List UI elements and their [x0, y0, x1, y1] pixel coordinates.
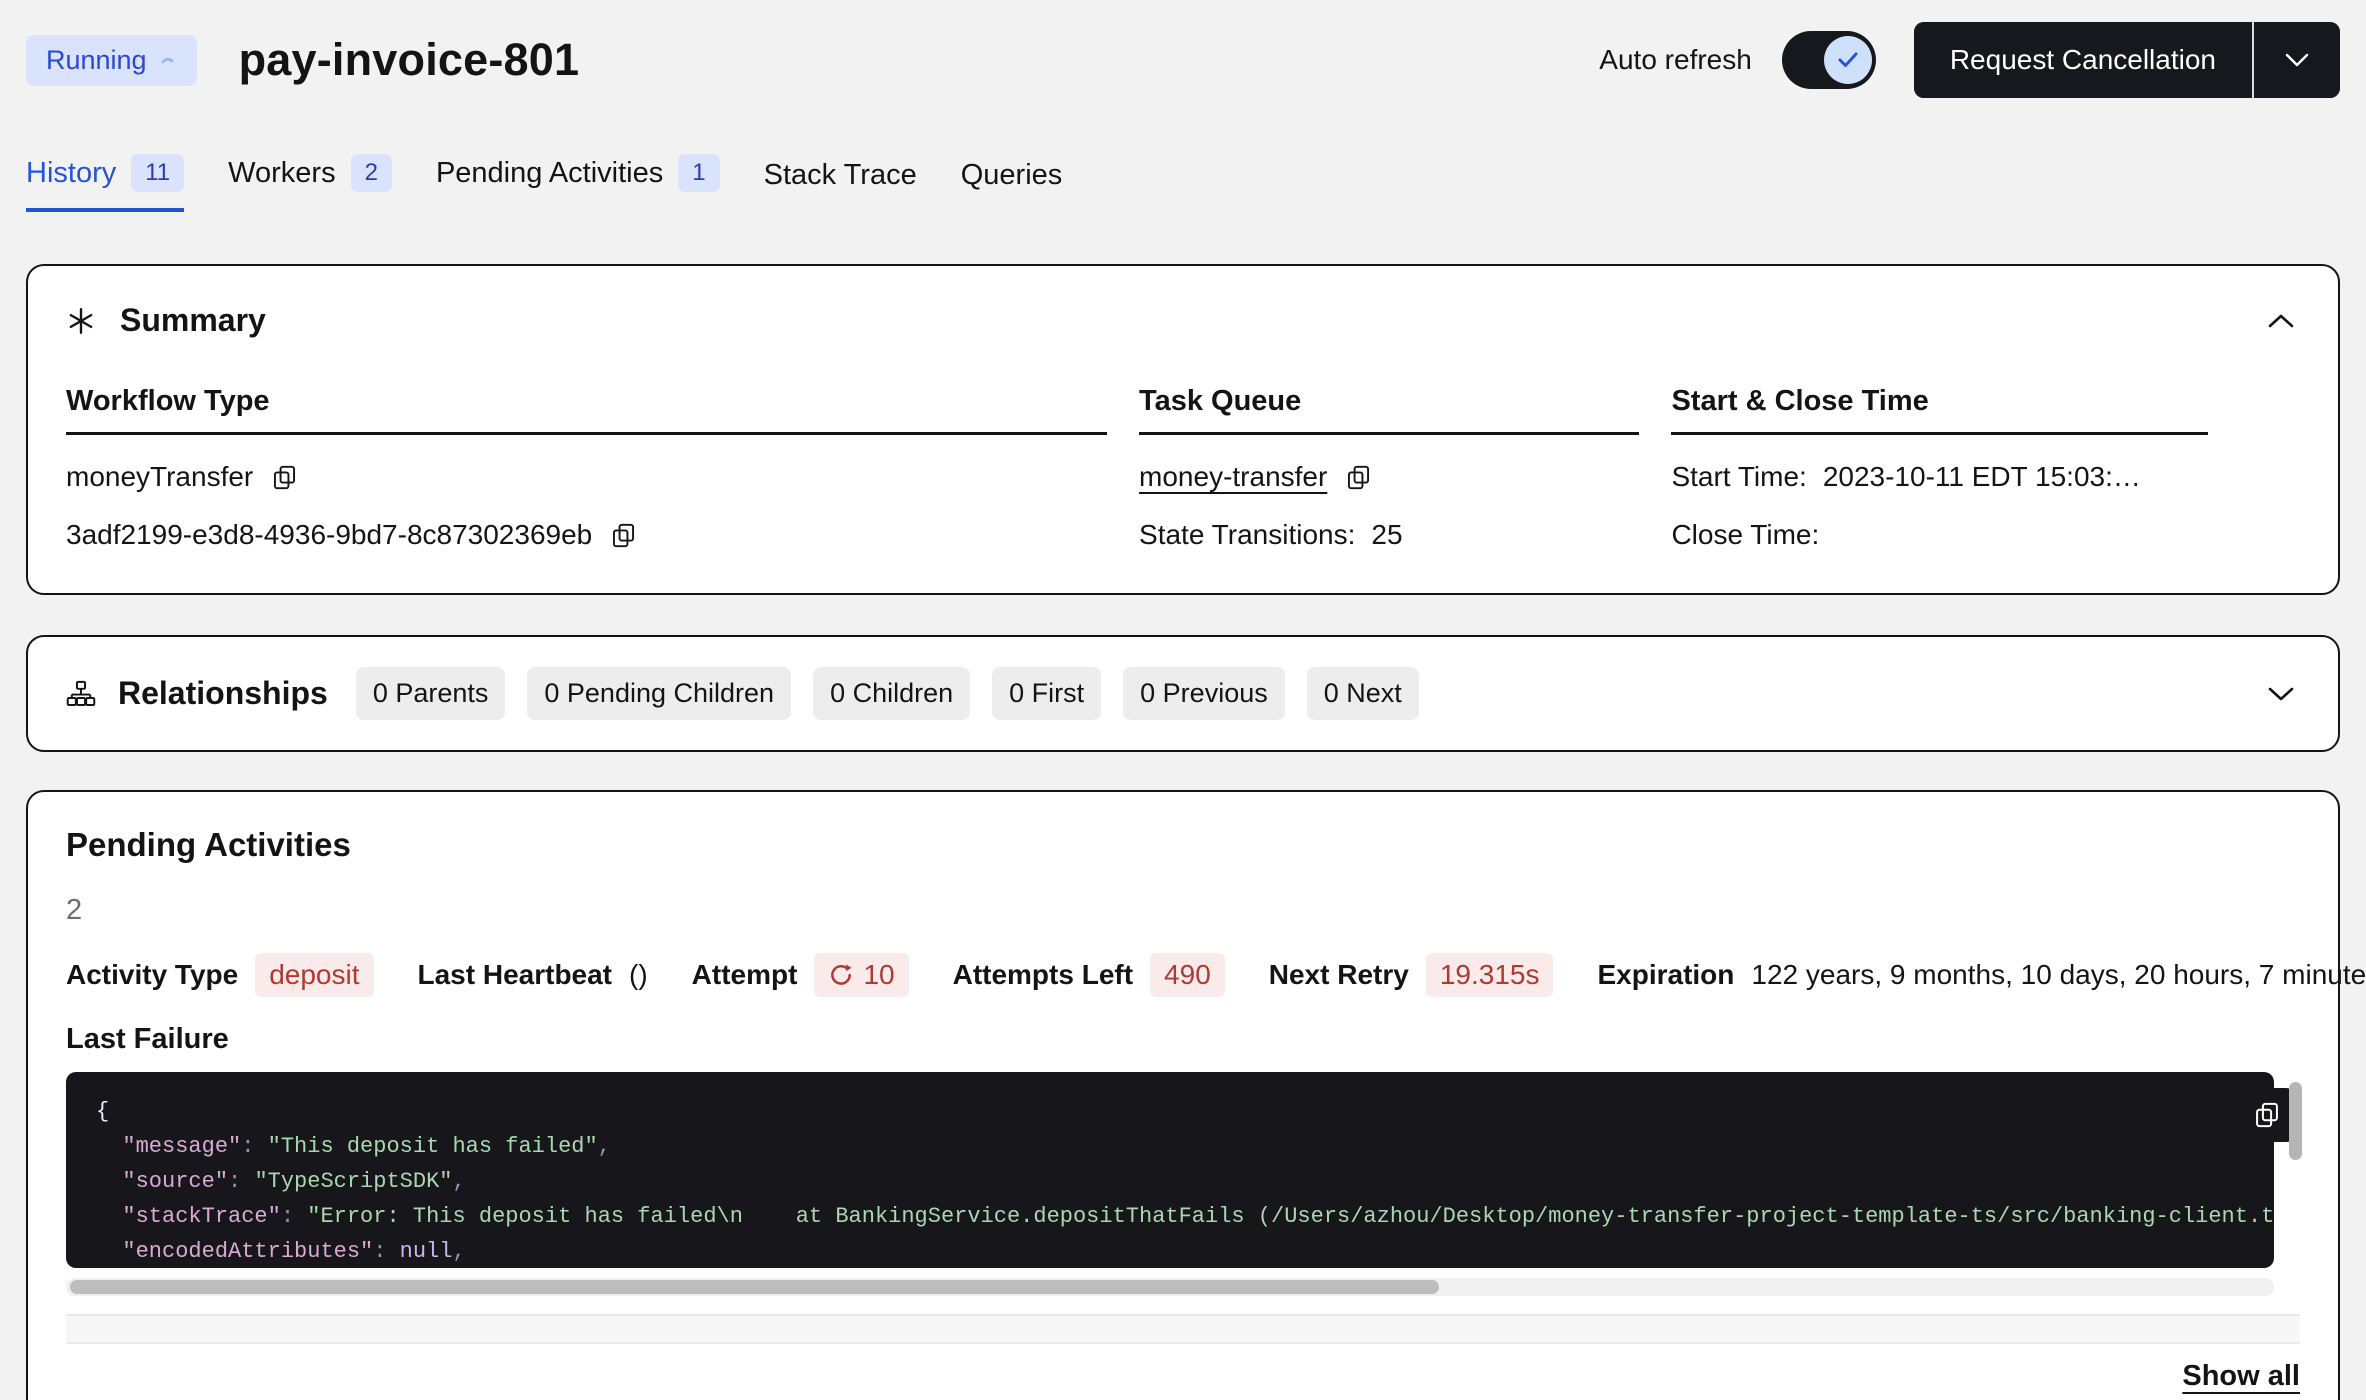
field-attempts-left: Attempts Left 490 — [953, 953, 1225, 997]
field-label: Expiration — [1597, 959, 1734, 991]
toggle-knob — [1824, 36, 1872, 84]
workflow-detail-page: Running pay-invoice-801 Auto refresh Req… — [0, 0, 2366, 1400]
last-heartbeat-value: () — [629, 959, 648, 991]
tab-workers[interactable]: Workers 2 — [228, 154, 392, 212]
tab-history[interactable]: History 11 — [26, 154, 184, 212]
chevron-up-icon — [2266, 312, 2296, 330]
topbar: Running pay-invoice-801 Auto refresh Req… — [26, 0, 2340, 98]
tab-count-badge: 11 — [131, 154, 184, 192]
auto-refresh-label: Auto refresh — [1599, 44, 1752, 76]
field-label: Attempt — [692, 959, 798, 991]
request-cancellation-button[interactable]: Request Cancellation — [1914, 22, 2252, 98]
request-cancellation-split-button: Request Cancellation — [1914, 22, 2340, 98]
task-queue-link[interactable]: money-transfer — [1139, 461, 1327, 493]
tab-label: Queries — [961, 159, 1063, 192]
tab-label: Pending Activities — [436, 157, 663, 190]
pending-activities-title: Pending Activities — [66, 826, 2300, 864]
expiration-value: 122 years, 9 months, 10 days, 20 hours, … — [1751, 959, 2366, 991]
failure-json-code-block: { "message": "This deposit has failed", … — [66, 1072, 2274, 1268]
close-time-label: Close Time: — [1671, 519, 1819, 551]
tab-stack-trace[interactable]: Stack Trace — [764, 159, 917, 212]
last-failure-code-region: { "message": "This deposit has failed", … — [66, 1072, 2300, 1268]
summary-panel: Summary Workflow Type moneyTransfer 3adf… — [26, 264, 2340, 595]
chevron-down-icon — [2284, 52, 2310, 68]
field-next-retry: Next Retry 19.315s — [1269, 953, 1554, 997]
next-retry-badge: 19.315s — [1426, 953, 1554, 997]
relationship-badge-first: 0 First — [992, 667, 1101, 720]
relationship-badge-parents: 0 Parents — [356, 667, 506, 720]
activity-type-badge: deposit — [255, 953, 373, 997]
pending-activities-count: 2 — [66, 894, 2300, 927]
horizontal-scrollbar-track[interactable] — [66, 1278, 2274, 1296]
tab-count-badge: 1 — [678, 154, 719, 192]
relationship-badge-pending-children: 0 Pending Children — [527, 667, 791, 720]
attempt-value: 10 — [863, 959, 894, 991]
copy-icon — [2253, 1101, 2281, 1129]
tab-label: Stack Trace — [764, 159, 917, 192]
copy-icon — [610, 522, 637, 549]
code-line: { "message": "This deposit has failed", … — [96, 1099, 2274, 1264]
workflow-run-id: 3adf2199-e3d8-4936-9bd7-8c87302369eb — [66, 519, 592, 551]
start-time-label: Start Time: — [1671, 461, 1806, 493]
copy-run-id-button[interactable] — [608, 520, 639, 551]
column-header-task-queue: Task Queue — [1139, 385, 1639, 435]
empty-table-row — [66, 1314, 2300, 1344]
field-label: Next Retry — [1269, 959, 1409, 991]
horizontal-scrollbar-thumb[interactable] — [70, 1280, 1439, 1294]
task-queue-column: Task Queue money-transfer State Transiti… — [1139, 385, 1639, 551]
copy-icon — [1345, 464, 1372, 491]
column-header-time: Start & Close Time — [1671, 385, 2207, 435]
chevron-down-icon — [2266, 685, 2296, 703]
field-attempt: Attempt 10 — [692, 953, 909, 997]
summary-collapse-button[interactable] — [2262, 308, 2300, 334]
pending-activity-details: Activity Type deposit Last Heartbeat () … — [66, 953, 2300, 997]
tab-count-badge: 2 — [351, 154, 392, 192]
column-header-workflow-type: Workflow Type — [66, 385, 1107, 435]
cancellation-dropdown-button[interactable] — [2254, 22, 2340, 98]
page-title: pay-invoice-801 — [239, 34, 580, 86]
state-transitions-value: 25 — [1371, 519, 1402, 551]
copy-failure-json-button[interactable] — [2238, 1088, 2296, 1142]
pending-activities-panel: Pending Activities 2 Activity Type depos… — [26, 790, 2340, 1400]
start-time-value: 2023-10-11 EDT 15:03:… — [1823, 461, 2141, 493]
copy-icon — [271, 464, 298, 491]
field-label: Attempts Left — [953, 959, 1133, 991]
tab-bar: History 11 Workers 2 Pending Activities … — [26, 154, 2340, 212]
time-column: Start & Close Time Start Time: 2023-10-1… — [1671, 385, 2207, 551]
tab-label: Workers — [228, 157, 335, 190]
attempt-badge: 10 — [814, 953, 908, 997]
sitemap-icon — [66, 680, 96, 708]
field-label: Activity Type — [66, 959, 238, 991]
field-last-heartbeat: Last Heartbeat () — [418, 959, 648, 991]
tab-queries[interactable]: Queries — [961, 159, 1063, 212]
last-failure-label: Last Failure — [66, 1023, 2300, 1056]
relationships-panel: Relationships 0 Parents 0 Pending Childr… — [26, 635, 2340, 752]
retry-icon — [828, 962, 854, 988]
asterisk-icon — [66, 306, 96, 336]
tab-pending-activities[interactable]: Pending Activities 1 — [436, 154, 720, 212]
field-activity-type: Activity Type deposit — [66, 953, 374, 997]
copy-task-queue-button[interactable] — [1343, 462, 1374, 493]
relationship-badge-children: 0 Children — [813, 667, 970, 720]
status-label: Running — [46, 45, 147, 76]
workflow-type-value: moneyTransfer — [66, 461, 253, 493]
field-expiration: Expiration 122 years, 9 months, 10 days,… — [1597, 959, 2366, 991]
relationships-title: Relationships — [118, 675, 328, 712]
tab-label: History — [26, 157, 116, 190]
attempts-left-badge: 490 — [1150, 953, 1225, 997]
auto-refresh-toggle[interactable] — [1782, 31, 1876, 89]
summary-title: Summary — [120, 302, 266, 339]
relationship-badge-previous: 0 Previous — [1123, 667, 1285, 720]
vertical-scrollbar-thumb[interactable] — [2289, 1082, 2302, 1160]
check-icon — [1837, 51, 1859, 69]
show-all-link[interactable]: Show all — [2182, 1360, 2300, 1392]
relationships-expand-button[interactable] — [2262, 681, 2300, 707]
status-pulse-icon — [161, 55, 177, 65]
status-badge: Running — [26, 35, 197, 86]
field-label: Last Heartbeat — [418, 959, 613, 991]
copy-workflow-type-button[interactable] — [269, 462, 300, 493]
relationship-badge-next: 0 Next — [1307, 667, 1419, 720]
state-transitions-label: State Transitions: — [1139, 519, 1355, 551]
workflow-type-column: Workflow Type moneyTransfer 3adf2199-e3d… — [66, 385, 1107, 551]
